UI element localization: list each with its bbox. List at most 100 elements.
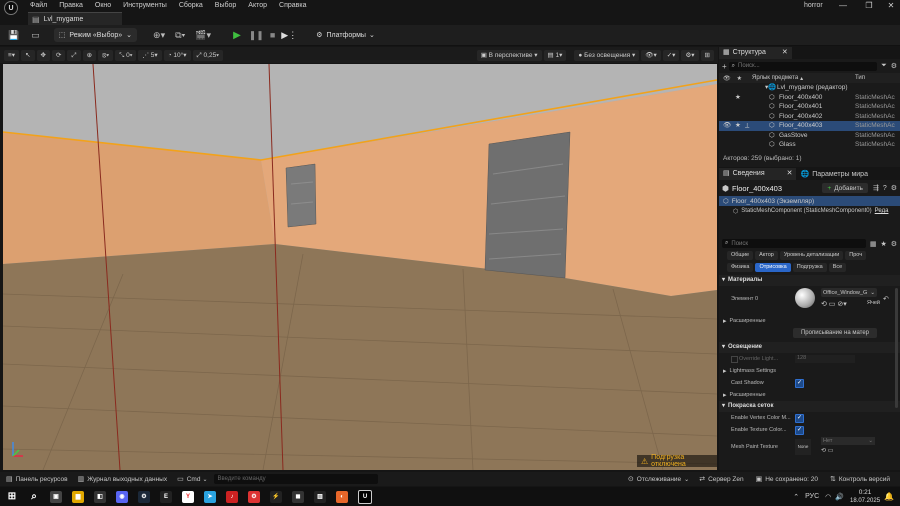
visibility-icon[interactable]: 👁 bbox=[723, 75, 731, 82]
search-icon[interactable]: ⌕ bbox=[28, 491, 40, 503]
unreal-logo-icon[interactable]: U bbox=[4, 1, 18, 15]
outliner-row[interactable]: ⬡ Glass StaticMeshAc bbox=[719, 140, 900, 150]
volume-icon[interactable]: 🔊 bbox=[835, 493, 844, 501]
scale-snap-chip[interactable]: ⤢ 0,25▾ bbox=[192, 49, 223, 61]
perspective-chip[interactable]: ▣ В перспективе ▾ bbox=[476, 49, 542, 61]
category-button[interactable]: Уровень детализации bbox=[779, 250, 844, 260]
details-tab[interactable]: ▤ Сведения ✕ bbox=[719, 168, 797, 180]
filter-icon[interactable]: ⏷ bbox=[881, 62, 887, 70]
add-icon[interactable]: + bbox=[722, 62, 727, 71]
lighting-section[interactable]: ▾ Освещение bbox=[719, 342, 900, 353]
lighting-chip[interactable]: ● Без освещения ▾ bbox=[574, 49, 640, 61]
advanced-label[interactable]: Расширенные bbox=[730, 318, 766, 324]
mesh-paint-dropdown[interactable]: Нет ⌄ bbox=[821, 437, 875, 445]
instance-row[interactable]: ⬡ Floor_400x403 (Экземпляр) bbox=[719, 196, 900, 206]
steam-icon[interactable]: ⚙ bbox=[138, 490, 150, 503]
assign-material-button[interactable]: Прописывание на матер bbox=[793, 328, 877, 338]
rotate-tool-icon[interactable]: ⟳ bbox=[51, 49, 66, 61]
save-icon[interactable]: 💾 bbox=[8, 30, 19, 41]
move-tool-icon[interactable]: ✥ bbox=[36, 49, 50, 61]
file-explorer-icon[interactable]: ▆ bbox=[72, 490, 84, 503]
close-icon[interactable]: ✕ bbox=[787, 168, 793, 180]
cmd-selector[interactable]: Cmd bbox=[187, 476, 201, 483]
outliner-row[interactable]: ⬡ Floor_400x401 StaticMeshAc bbox=[719, 102, 900, 112]
epic-games-icon[interactable]: E bbox=[160, 490, 172, 503]
mesh-paint-section[interactable]: ▾ Покраска сеток bbox=[719, 401, 900, 412]
outliner-col-type[interactable]: Тип bbox=[855, 75, 865, 81]
lock-icon[interactable]: ⟂ bbox=[745, 121, 749, 131]
edit-link[interactable]: Реда bbox=[875, 208, 889, 214]
details-scrollbar[interactable] bbox=[895, 288, 898, 408]
category-button[interactable]: Подгрузка bbox=[792, 262, 827, 272]
help-icon[interactable]: ? bbox=[883, 185, 887, 192]
pin-icon[interactable]: ★ bbox=[737, 75, 742, 82]
tray-chevron-icon[interactable]: ⌃ bbox=[793, 493, 799, 501]
category-button[interactable]: Общие bbox=[727, 250, 754, 260]
level-tab[interactable]: ▤ Lvl_mygame bbox=[28, 12, 122, 25]
mesh-paint-thumbnail[interactable]: None bbox=[795, 439, 811, 455]
menu-edit[interactable]: Правка bbox=[53, 0, 89, 12]
actor-name[interactable]: Floor_400x403 bbox=[732, 184, 782, 193]
category-button[interactable]: Проч bbox=[845, 250, 867, 260]
world-space-icon[interactable]: ⊕ bbox=[82, 49, 97, 61]
surface-snap-icon[interactable]: ⦻▾ bbox=[98, 49, 114, 61]
menu-window[interactable]: Окно bbox=[89, 0, 117, 12]
outliner-root-row[interactable]: ▾🌐 Lvl_mygame (редактор) bbox=[719, 83, 900, 93]
clock[interactable]: 0:21 18.07.2025 bbox=[850, 489, 880, 505]
outliner-row[interactable]: 👁 ★ ⟂ ⬡ Floor_400x403 StaticMeshAc bbox=[719, 121, 900, 131]
chevron-right-icon[interactable]: ▸ bbox=[723, 391, 727, 399]
rotate-snap-chip[interactable]: ⤡ 0▾ bbox=[115, 49, 137, 61]
app-bolt-icon[interactable]: ⚡ bbox=[270, 490, 282, 503]
details-search-input[interactable]: ⌕ Поиск bbox=[722, 239, 866, 248]
performance-icon[interactable]: ✓▾ bbox=[662, 49, 680, 61]
browse-icon[interactable]: ⟲ ▭ ⊘▾ bbox=[821, 300, 847, 308]
select-tool-icon[interactable]: ↖ bbox=[21, 49, 35, 61]
app-red-icon[interactable]: ⚙ bbox=[248, 490, 260, 503]
menu-actor[interactable]: Актор bbox=[242, 0, 273, 12]
world-settings-tab[interactable]: 🌐 Параметры мира bbox=[796, 170, 872, 179]
settings-icon[interactable]: ⚙ bbox=[891, 62, 897, 70]
override-light-checkbox[interactable] bbox=[731, 356, 738, 363]
pin-icon[interactable]: ★ bbox=[735, 121, 741, 131]
settings-icon[interactable]: ⚙ bbox=[891, 184, 897, 192]
chevron-down-icon[interactable]: ⌄ bbox=[202, 476, 207, 483]
menu-help[interactable]: Справка bbox=[273, 0, 312, 12]
scale-tool-icon[interactable]: ⤢ bbox=[67, 49, 81, 61]
outliner-row[interactable]: ⬡ GasStove StaticMeshAc bbox=[719, 131, 900, 141]
yandex-music-icon[interactable]: ♪ bbox=[226, 490, 238, 503]
override-light-value[interactable]: 128 bbox=[795, 355, 855, 363]
grid-snap-chip[interactable]: ⋰ 5▾ bbox=[138, 49, 162, 61]
yandex-browser-icon[interactable]: Y bbox=[182, 490, 194, 503]
content-browser-button[interactable]: Панель ресурсов bbox=[16, 476, 68, 483]
material-thumbnail[interactable] bbox=[795, 288, 815, 308]
cinematics-icon[interactable]: 🎬▾ bbox=[195, 30, 211, 41]
close-icon[interactable]: ✕ bbox=[782, 47, 788, 59]
menu-select[interactable]: Выбор bbox=[209, 0, 243, 12]
viewport-settings-icon[interactable]: ⚙▾ bbox=[681, 49, 699, 61]
server-button[interactable]: Сервер Zen bbox=[708, 476, 744, 483]
unsaved-button[interactable]: Не сохранено: 20 bbox=[765, 476, 818, 483]
advanced-label-2[interactable]: Расширенные bbox=[730, 392, 766, 398]
output-log-button[interactable]: Журнал выходных данных bbox=[87, 476, 167, 483]
discord-icon[interactable]: ◉ bbox=[116, 490, 128, 503]
category-button[interactable]: Актор bbox=[755, 250, 778, 260]
category-button[interactable]: Все bbox=[828, 262, 847, 272]
level-viewport[interactable]: ⚠ Подгрузка отключена bbox=[3, 64, 717, 470]
add-actor-icon[interactable]: ⊕▾ bbox=[153, 30, 165, 41]
vertex-color-checkbox[interactable]: ✓ bbox=[795, 414, 804, 423]
telegram-icon[interactable]: ➤ bbox=[204, 490, 216, 503]
outliner-search-input[interactable]: ⌕ Поиск... bbox=[728, 61, 878, 71]
task-view-icon[interactable]: ▣ bbox=[50, 490, 62, 503]
lightmass-label[interactable]: Lightmass Settings bbox=[730, 368, 776, 374]
maximize-icon[interactable]: ❐ bbox=[858, 0, 880, 12]
texture-color-checkbox[interactable]: ✓ bbox=[795, 426, 804, 435]
viewport-menu-icon[interactable]: ≡▾ bbox=[4, 49, 20, 61]
category-button[interactable]: Отрисовка bbox=[755, 262, 791, 272]
language-indicator[interactable]: РУС bbox=[805, 493, 819, 500]
materials-section[interactable]: ▾ Материалы bbox=[719, 275, 900, 286]
blueprint-icon[interactable]: ⇶ bbox=[873, 184, 879, 192]
windows-start-icon[interactable]: ⊞ bbox=[6, 491, 18, 503]
command-input[interactable]: Введите команду bbox=[213, 474, 378, 484]
outliner-row[interactable]: ★ ⬡ Floor_400x400 StaticMeshAc bbox=[719, 93, 900, 103]
unreal-engine-icon[interactable]: U bbox=[358, 489, 372, 504]
